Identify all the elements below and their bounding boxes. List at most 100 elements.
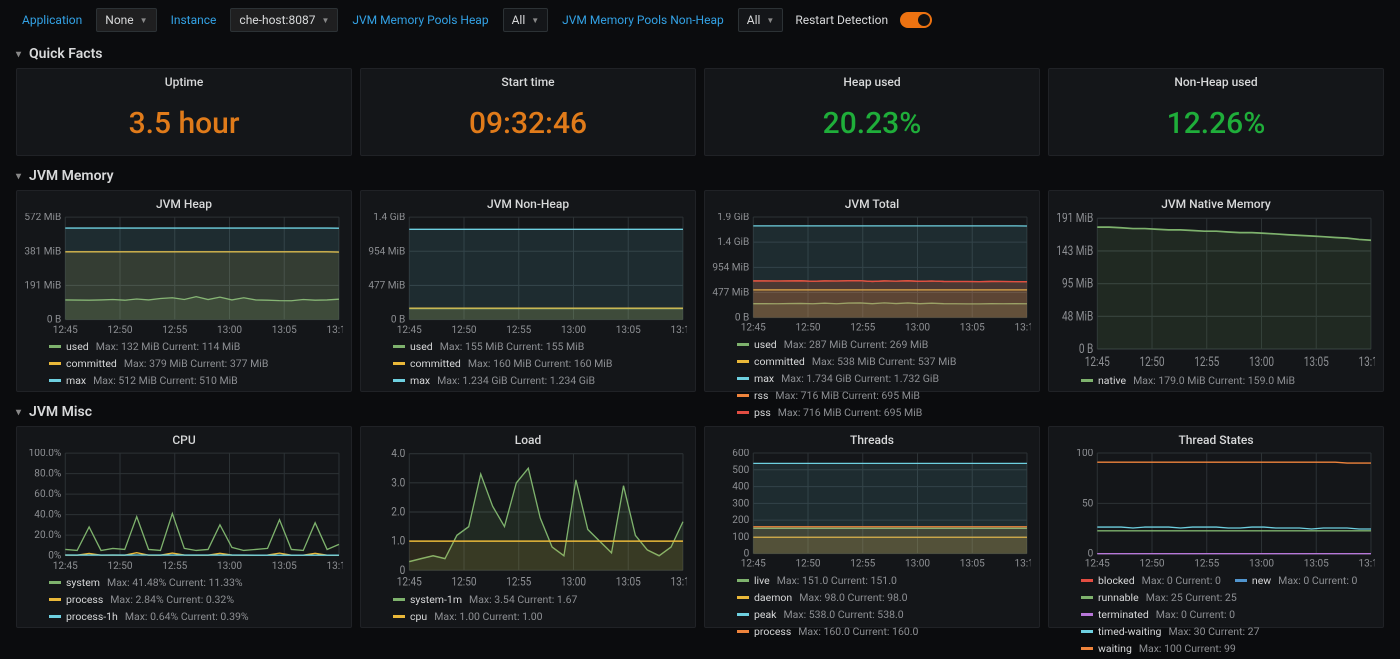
panel-nonheap-used[interactable]: Non-Heap used 12.26%	[1048, 68, 1384, 156]
legend-item[interactable]: max Max: 1.734 GiB Current: 1.732 GiB	[737, 372, 939, 385]
legend-item[interactable]: committed Max: 538 MiB Current: 537 MiB	[737, 355, 956, 368]
legend-item[interactable]: pss Max: 716 MiB Current: 695 MiB	[737, 406, 922, 419]
legend-name: used	[66, 340, 89, 353]
panel-title: CPU	[17, 427, 351, 449]
legend-item[interactable]: used Max: 132 MiB Current: 114 MiB	[49, 340, 240, 353]
legend-item[interactable]: rss Max: 716 MiB Current: 695 MiB	[737, 389, 920, 402]
legend-item[interactable]: new Max: 0 Current: 0	[1235, 574, 1358, 587]
legend-name: committed	[66, 357, 117, 370]
legend-stats: Max: 0 Current: 0	[1156, 608, 1235, 621]
legend-item[interactable]: committed Max: 160 MiB Current: 160 MiB	[393, 357, 612, 370]
application-select[interactable]: None ▼	[96, 8, 156, 32]
panel-title: Heap used	[705, 69, 1039, 91]
section-jvm-memory[interactable]: ▾ JVM Memory	[0, 162, 1400, 186]
legend-item[interactable]: used Max: 155 MiB Current: 155 MiB	[393, 340, 584, 353]
legend-name: native	[1098, 374, 1126, 387]
svg-text:191 MiB: 191 MiB	[1056, 213, 1093, 226]
application-label[interactable]: Application	[16, 9, 88, 31]
instance-select[interactable]: che-host:8087 ▼	[230, 8, 338, 32]
pools-heap-select[interactable]: All ▼	[503, 8, 549, 32]
instance-value: che-host:8087	[239, 13, 315, 27]
svg-text:1.4 GiB: 1.4 GiB	[373, 213, 405, 223]
panel-uptime[interactable]: Uptime 3.5 hour	[16, 68, 352, 156]
panel-jvm_native[interactable]: JVM Native Memory0 B48 MiB95 MiB143 MiB1…	[1048, 190, 1384, 392]
svg-text:12:45: 12:45	[397, 325, 422, 336]
legend-swatch	[1235, 579, 1247, 582]
panel-threads[interactable]: Threads010020030040050060012:4512:5012:5…	[704, 426, 1040, 628]
legend-item[interactable]: live Max: 151.0 Current: 151.0	[737, 574, 897, 587]
legend-name: system	[66, 576, 100, 589]
legend-swatch	[393, 615, 405, 618]
panel-cpu[interactable]: CPU0%20.0%40.0%60.0%80.0%100.0%12:4512:5…	[16, 426, 352, 628]
instance-label[interactable]: Instance	[165, 9, 223, 31]
legend-item[interactable]: used Max: 287 MiB Current: 269 MiB	[737, 338, 928, 351]
svg-text:381 MiB: 381 MiB	[24, 246, 61, 257]
legend-swatch	[393, 362, 405, 365]
topbar: Application None ▼ Instance che-host:808…	[0, 0, 1400, 40]
svg-text:13:10: 13:10	[1358, 559, 1375, 570]
legend-item[interactable]: max Max: 1.234 GiB Current: 1.234 GiB	[393, 374, 595, 387]
legend-name: system-1m	[410, 593, 462, 606]
section-jvm-misc[interactable]: ▾ JVM Misc	[0, 398, 1400, 422]
svg-text:12:50: 12:50	[795, 323, 820, 334]
svg-text:12:45: 12:45	[53, 325, 78, 336]
svg-text:13:10: 13:10	[1358, 354, 1375, 370]
legend-item[interactable]: process Max: 2.84% Current: 0.32%	[49, 593, 234, 606]
section-quick-facts[interactable]: ▾ Quick Facts	[0, 40, 1400, 64]
panel-heap-used[interactable]: Heap used 20.23%	[704, 68, 1040, 156]
legend-swatch	[737, 579, 749, 582]
legend-swatch	[737, 596, 749, 599]
legend-swatch	[49, 345, 61, 348]
svg-text:12:45: 12:45	[1085, 559, 1110, 570]
legend-swatch	[737, 360, 749, 363]
legend-swatch	[737, 630, 749, 633]
panel-jvm_heap[interactable]: JVM Heap0 B191 MiB381 MiB572 MiB12:4512:…	[16, 190, 352, 392]
svg-text:13:00: 13:00	[217, 325, 242, 336]
legend-name: runnable	[1098, 591, 1139, 604]
legend-item[interactable]: timed-waiting Max: 30 Current: 27	[1081, 625, 1259, 638]
chevron-down-icon: ▼	[766, 16, 774, 25]
svg-text:95 MiB: 95 MiB	[1062, 275, 1093, 291]
legend-name: peak	[754, 608, 777, 621]
svg-text:13:05: 13:05	[960, 559, 985, 570]
panel-title: Start time	[361, 69, 695, 91]
panel-load[interactable]: Load01.02.03.04.012:4512:5012:5513:0013:…	[360, 426, 696, 628]
svg-text:13:00: 13:00	[561, 575, 586, 589]
legend: system Max: 41.48% Current: 11.33% proces…	[21, 572, 343, 625]
legend-item[interactable]: process Max: 160.0 Current: 160.0	[737, 625, 918, 638]
legend-item[interactable]: native Max: 179.0 MiB Current: 159.0 MiB	[1081, 374, 1295, 387]
panel-jvm_total[interactable]: JVM Total0 B477 MiB954 MiB1.4 GiB1.9 GiB…	[704, 190, 1040, 392]
legend-item[interactable]: system-1m Max: 3.54 Current: 1.67	[393, 593, 577, 606]
legend-item[interactable]: committed Max: 379 MiB Current: 377 MiB	[49, 357, 268, 370]
legend-name: daemon	[754, 591, 792, 604]
svg-text:100: 100	[1076, 449, 1093, 459]
legend-item[interactable]: runnable Max: 25 Current: 25	[1081, 591, 1237, 604]
panel-jvm_nonheap[interactable]: JVM Non-Heap0 B477 MiB954 MiB1.4 GiB12:4…	[360, 190, 696, 392]
pools-nonheap-label[interactable]: JVM Memory Pools Non-Heap	[556, 9, 730, 31]
legend-item[interactable]: max Max: 512 MiB Current: 510 MiB	[49, 374, 238, 387]
legend-stats: Max: 3.54 Current: 1.67	[469, 593, 577, 606]
legend-item[interactable]: cpu Max: 1.00 Current: 1.00	[393, 610, 543, 623]
legend-swatch	[737, 613, 749, 616]
svg-text:13:05: 13:05	[272, 561, 297, 572]
legend-item[interactable]: system Max: 41.48% Current: 11.33%	[49, 576, 243, 589]
svg-text:13:00: 13:00	[217, 561, 242, 572]
pools-heap-label[interactable]: JVM Memory Pools Heap	[346, 9, 494, 31]
legend-swatch	[1081, 579, 1093, 582]
legend-item[interactable]: terminated Max: 0 Current: 0	[1081, 608, 1235, 621]
restart-detection-toggle[interactable]	[900, 12, 932, 28]
svg-text:13:00: 13:00	[1249, 559, 1274, 570]
chevron-down-icon: ▾	[16, 49, 21, 60]
restart-detection-label: Restart Detection	[791, 13, 892, 27]
legend-item[interactable]: blocked Max: 0 Current: 0	[1081, 574, 1221, 587]
legend-item[interactable]: process-1h Max: 0.64% Current: 0.39%	[49, 610, 249, 623]
panel-thread_states[interactable]: Thread States05010012:4512:5012:5513:001…	[1048, 426, 1384, 628]
svg-text:13:00: 13:00	[905, 559, 930, 570]
legend-swatch	[1081, 630, 1093, 633]
pools-nonheap-select[interactable]: All ▼	[738, 8, 784, 32]
legend-swatch	[49, 581, 61, 584]
legend-item[interactable]: daemon Max: 98.0 Current: 98.0	[737, 591, 908, 604]
panel-start-time[interactable]: Start time 09:32:46	[360, 68, 696, 156]
svg-text:12:50: 12:50	[451, 325, 476, 336]
legend-item[interactable]: peak Max: 538.0 Current: 538.0	[737, 608, 904, 621]
